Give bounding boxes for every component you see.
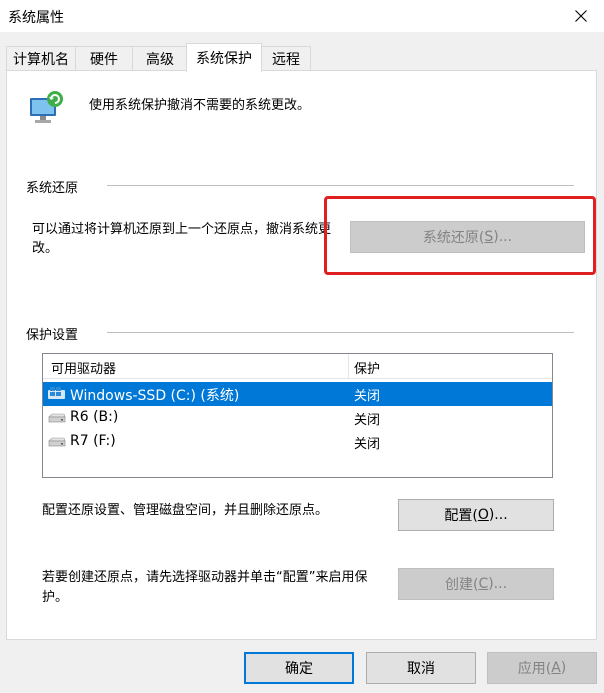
restore-group-label: 系统还原 bbox=[26, 177, 85, 196]
configure-accel: O bbox=[477, 507, 489, 523]
system-restore-button[interactable]: 系统还原(S)... bbox=[350, 221, 585, 253]
tab-system-protection[interactable]: 系统保护 bbox=[186, 43, 262, 72]
title-bar: 系统属性 bbox=[0, 0, 604, 32]
close-icon bbox=[575, 10, 587, 22]
intro-text: 使用系统保护撤消不需要的系统更改。 bbox=[89, 98, 311, 113]
apply-label: 应用( bbox=[517, 661, 552, 677]
drive-list[interactable]: 可用驱动器 保护 Windows-SSD (C:) (系统) 关闭 R6 (B:… bbox=[42, 353, 553, 478]
system-restore-accel: S bbox=[484, 229, 494, 245]
create-label-end: )... bbox=[488, 576, 508, 592]
close-button[interactable] bbox=[558, 0, 604, 32]
restore-description: 可以通过将计算机还原到上一个还原点，撤消系统更改。 bbox=[32, 222, 332, 256]
apply-accel: A bbox=[551, 660, 561, 676]
drive-status: 关闭 bbox=[354, 389, 381, 404]
configure-description: 配置还原设置、管理磁盘空间，并且删除还原点。 bbox=[42, 503, 329, 518]
window-title: 系统属性 bbox=[8, 10, 64, 26]
tab-advanced[interactable]: 高级 bbox=[132, 46, 188, 71]
tab-strip: 计算机名 硬件 高级 系统保护 远程 bbox=[6, 43, 604, 72]
tab-remote[interactable]: 远程 bbox=[261, 46, 311, 71]
apply-button[interactable]: 应用(A) bbox=[487, 652, 597, 684]
apply-label-end: ) bbox=[560, 660, 567, 676]
configure-label: 配置( bbox=[444, 508, 478, 524]
drive-icon bbox=[48, 413, 66, 423]
drive-icon bbox=[48, 437, 66, 447]
tab-computer-name[interactable]: 计算机名 bbox=[6, 46, 76, 71]
protection-group-divider bbox=[107, 332, 574, 333]
create-button[interactable]: 创建(C)... bbox=[398, 568, 554, 600]
create-description: 若要创建还原点，请先选择驱动器并单击“配置”来启用保护。 bbox=[42, 570, 368, 605]
drive-status: 关闭 bbox=[354, 437, 381, 452]
system-protection-icon bbox=[27, 89, 65, 127]
protection-group-label: 保护设置 bbox=[26, 324, 85, 343]
tab-hardware[interactable]: 硬件 bbox=[75, 46, 133, 71]
drive-row-b[interactable]: R6 (B:) 关闭 bbox=[43, 406, 552, 430]
drive-status: 关闭 bbox=[354, 413, 381, 428]
cancel-button[interactable]: 取消 bbox=[366, 652, 476, 684]
system-restore-label: 系统还原( bbox=[422, 230, 485, 246]
drive-name: R7 (F:) bbox=[70, 433, 116, 449]
tab-panel: 使用系统保护撤消不需要的系统更改。 系统还原 可以通过将计算机还原到上一个还原点… bbox=[6, 70, 597, 640]
drive-name: Windows-SSD (C:) (系统) bbox=[70, 388, 240, 404]
configure-label-end: )... bbox=[488, 507, 508, 523]
create-accel: C bbox=[478, 576, 489, 592]
restore-group-divider bbox=[107, 185, 574, 186]
column-header-drive[interactable]: 可用驱动器 bbox=[51, 358, 116, 377]
drive-name: R6 (B:) bbox=[70, 409, 119, 425]
configure-button[interactable]: 配置(O)... bbox=[398, 499, 554, 531]
list-header: 可用驱动器 保护 bbox=[43, 354, 552, 379]
system-restore-label-end: )... bbox=[493, 229, 513, 245]
ok-button[interactable]: 确定 bbox=[244, 652, 354, 684]
drive-row-c[interactable]: Windows-SSD (C:) (系统) 关闭 bbox=[43, 382, 552, 406]
windows-drive-icon bbox=[48, 387, 65, 399]
create-label: 创建( bbox=[444, 577, 479, 593]
column-header-protection[interactable]: 保护 bbox=[354, 358, 380, 377]
column-separator[interactable] bbox=[348, 354, 349, 379]
drive-row-f[interactable]: R7 (F:) 关闭 bbox=[43, 430, 552, 454]
